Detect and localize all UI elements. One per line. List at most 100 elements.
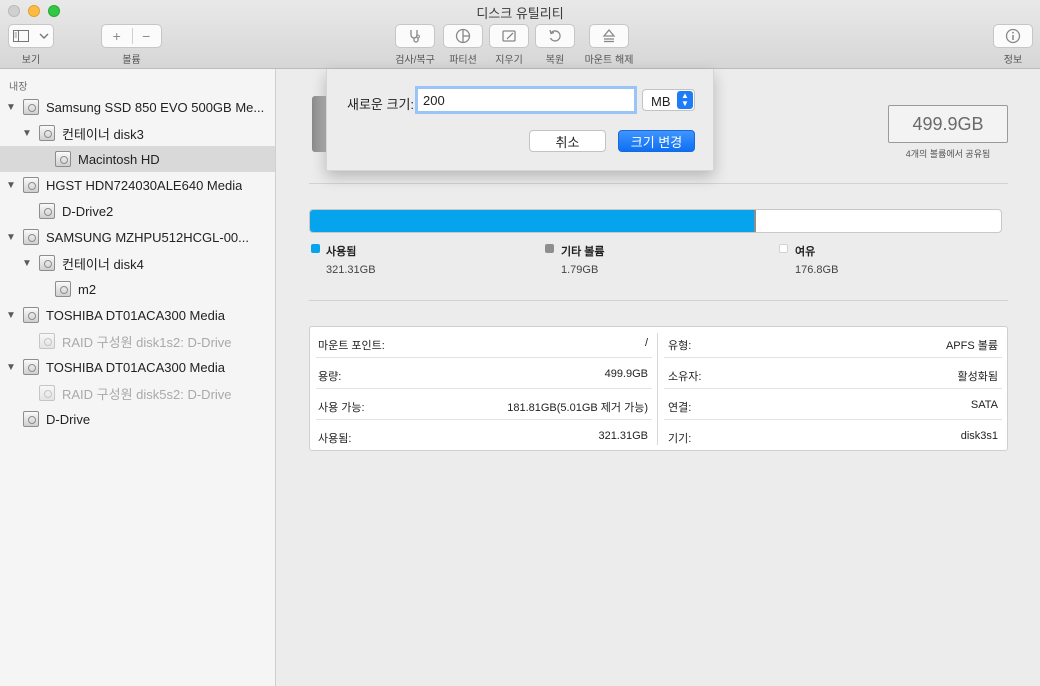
sidebar-item-raid-disk5s2[interactable]: RAID 구성원 disk5s2: D-Drive (0, 380, 275, 406)
sidebar-item-toshiba-1[interactable]: ▼ TOSHIBA DT01ACA300 Media (0, 302, 275, 328)
info-label-capacity: 용량: (318, 371, 342, 383)
sidebar-item-label: 컨테이너 disk3 (62, 126, 144, 142)
info-column-divider (657, 333, 658, 445)
sidebar-item-label: HGST HDN724030ALE640 Media (46, 177, 243, 193)
divider (309, 183, 1008, 184)
disclosure-triangle-icon[interactable]: ▼ (5, 101, 17, 113)
view-label: 보기 (21, 55, 41, 66)
info-icon (1005, 28, 1021, 44)
view-button[interactable] (8, 24, 54, 48)
resize-button[interactable]: 크기 변경 (618, 130, 695, 152)
info-label-device: 기기: (668, 433, 692, 445)
volume-segmented-control: + − (101, 24, 162, 48)
hard-disk-icon (23, 229, 39, 245)
disclosure-triangle-icon[interactable]: ▼ (5, 309, 17, 321)
capacity-box: 499.9GB (888, 105, 1008, 143)
volume-label: 볼륨 (122, 55, 141, 66)
sidebar-icon (13, 30, 29, 42)
sidebar-item-macintosh-hd[interactable]: Macintosh HD (0, 146, 275, 172)
volume-icon (39, 333, 55, 349)
container-disk-icon (39, 125, 55, 141)
new-size-label: 새로운 크기: (347, 97, 415, 112)
sidebar-item-label: SAMSUNG MZHPU512HCGL-00... (46, 229, 249, 245)
hard-disk-icon (23, 359, 39, 375)
info-value-mount-point: / (644, 337, 648, 349)
legend-swatch-free (779, 244, 788, 253)
info-value-owners: 활성화됨 (957, 371, 998, 383)
row-divider (664, 419, 1002, 420)
sidebar-item-label: RAID 구성원 disk1s2: D-Drive (62, 334, 232, 350)
sidebar-item-label: Samsung SSD 850 EVO 500GB Me... (46, 99, 265, 115)
info-label-type: 유형: (668, 340, 692, 352)
toolbar: 디스크 유틸리티 보기 + − 볼륨 검사/복구 파티션 지우기 복원 마운트 … (0, 0, 1040, 69)
info-label-used: 사용됨: (318, 433, 352, 445)
restore-label: 복원 (545, 55, 565, 66)
eject-icon (602, 28, 616, 43)
sidebar: 내장 ▼ Samsung SSD 850 EVO 500GB Me... ▼ 컨… (0, 69, 276, 686)
sidebar-item-label: TOSHIBA DT01ACA300 Media (46, 307, 225, 323)
pie-chart-icon (455, 28, 471, 44)
info-label: 정보 (1003, 55, 1023, 66)
size-unit-select[interactable]: MB ▲ ▼ (642, 89, 695, 111)
sidebar-item-hgst[interactable]: ▼ HGST HDN724030ALE640 Media (0, 172, 275, 198)
resize-sheet: 새로운 크기: MB ▲▼ 취소 크기 변경 (326, 69, 714, 171)
legend-label-used: 사용됨 (326, 246, 357, 258)
window-title: 디스크 유틸리티 (476, 6, 564, 21)
sidebar-item-samsung-mzhpu[interactable]: ▼ SAMSUNG MZHPU512HCGL-00... (0, 224, 275, 250)
info-value-type: APFS 볼륨 (945, 340, 998, 352)
cancel-button[interactable]: 취소 (529, 130, 606, 152)
unmount-button[interactable] (589, 24, 629, 48)
first-aid-label: 검사/복구 (395, 55, 435, 66)
container-disk-icon (39, 255, 55, 271)
sidebar-item-label: D-Drive2 (62, 203, 114, 219)
disclosure-triangle-icon[interactable]: ▼ (5, 361, 17, 373)
chevron-down-icon (39, 33, 49, 39)
sidebar-item-container-disk4[interactable]: ▼ 컨테이너 disk4 (0, 250, 275, 276)
disclosure-triangle-icon[interactable]: ▼ (5, 179, 17, 191)
sidebar-item-label: RAID 구성원 disk5s2: D-Drive (62, 386, 232, 402)
legend-label-other-volumes: 기타 볼륨 (561, 246, 605, 258)
erase-label: 지우기 (495, 55, 523, 66)
raid-volume-icon (23, 411, 39, 427)
hard-disk-icon (23, 99, 39, 115)
info-value-capacity: 499.9GB (604, 368, 648, 380)
sidebar-item-raid-disk1s2[interactable]: RAID 구성원 disk1s2: D-Drive (0, 328, 275, 354)
sidebar-section-internal: 내장 (9, 82, 28, 93)
info-value-used: 321.31GB (598, 430, 648, 442)
sidebar-item-samsung-ssd[interactable]: ▼ Samsung SSD 850 EVO 500GB Me... (0, 94, 275, 120)
restore-button[interactable] (535, 24, 575, 48)
first-aid-button[interactable] (395, 24, 435, 48)
disclosure-triangle-icon[interactable]: ▼ (21, 257, 33, 269)
add-volume-button[interactable]: + (102, 28, 132, 44)
info-label-owners: 소유자: (668, 371, 702, 383)
partition-button[interactable] (443, 24, 483, 48)
sidebar-item-label: TOSHIBA DT01ACA300 Media (46, 359, 225, 375)
info-label-connection: 연결: (668, 402, 692, 414)
sidebar-item-toshiba-2[interactable]: ▼ TOSHIBA DT01ACA300 Media (0, 354, 275, 380)
info-label-available: 사용 가능: (318, 402, 365, 414)
erase-button[interactable] (489, 24, 529, 48)
sidebar-item-d-drive2[interactable]: D-Drive2 (0, 198, 275, 224)
disclosure-triangle-icon[interactable]: ▼ (5, 231, 17, 243)
remove-volume-button[interactable]: − (132, 28, 162, 44)
restore-arrow-icon (549, 29, 561, 42)
size-unit-value: MB (651, 94, 671, 109)
new-size-input[interactable] (415, 86, 637, 114)
sidebar-item-label: 컨테이너 disk4 (62, 256, 144, 272)
sidebar-item-label: D-Drive (46, 411, 91, 427)
legend-label-free: 여유 (795, 246, 816, 258)
stethoscope-icon (410, 30, 420, 43)
info-button[interactable] (993, 24, 1033, 48)
sidebar-item-container-disk3[interactable]: ▼ 컨테이너 disk3 (0, 120, 275, 146)
info-label-mount-point: 마운트 포인트: (318, 340, 385, 352)
info-table: 마운트 포인트: / 용량: 499.9GB 사용 가능: 181.81GB(5… (309, 326, 1008, 451)
sidebar-item-d-drive[interactable]: D-Drive (0, 406, 275, 432)
sidebar-item-label: Macintosh HD (78, 151, 160, 167)
row-divider (316, 419, 652, 420)
disclosure-triangle-icon[interactable]: ▼ (21, 127, 33, 139)
legend-value-used: 321.31GB (326, 264, 376, 276)
sidebar-item-label: m2 (78, 281, 97, 297)
sidebar-item-m2[interactable]: m2 (0, 276, 275, 302)
usage-bar-other (754, 210, 756, 232)
info-value-available: 181.81GB(5.01GB 제거 가능) (507, 402, 648, 414)
